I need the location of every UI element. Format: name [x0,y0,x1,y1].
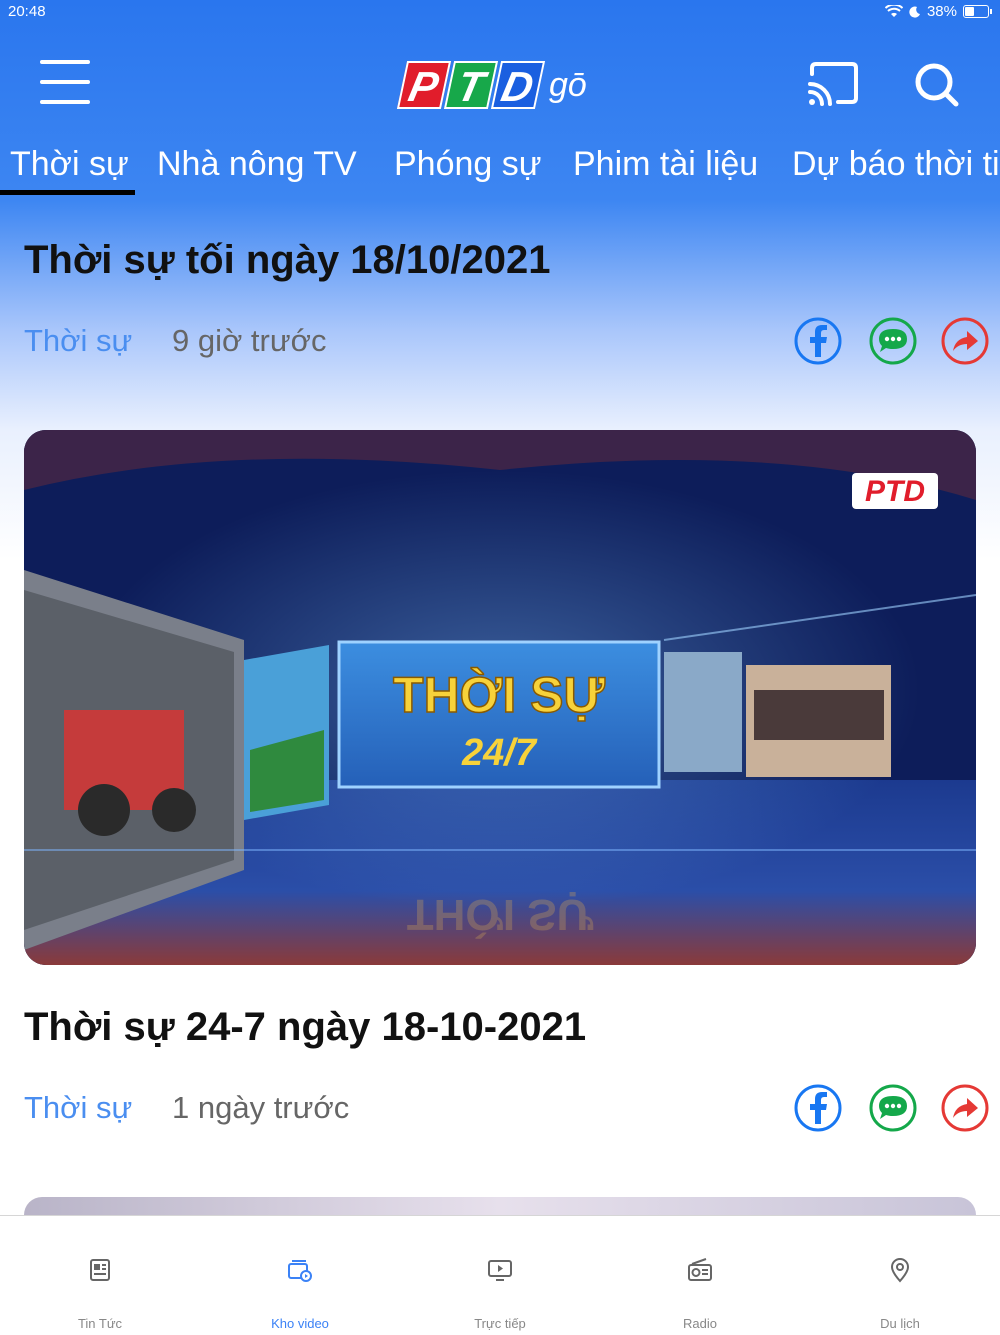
wifi-icon [884,5,903,17]
next-video-thumbnail[interactable] [24,1197,976,1215]
article-title[interactable]: Thời sự 24-7 ngày 18-10-2021 [24,1005,586,1050]
facebook-icon [794,317,842,365]
tab-du-bao-thoi-tiet[interactable]: Dự báo thời ti [792,145,1000,201]
thumbnail-headline: THỜI SỰ [393,667,605,723]
logo-suffix: gō [549,65,587,104]
tabbar-label: Du lịch [880,1316,920,1331]
status-bar: 20:48 38% [0,0,1000,24]
location-pin-icon [890,1258,910,1283]
tabbar-label: Radio [683,1316,717,1331]
tabbar-item-kho-video[interactable]: Kho video [200,1216,400,1335]
app-header: P T D gō [0,40,1000,130]
logo-letter-t: T [443,61,499,110]
cast-button[interactable] [806,60,862,110]
thumbnail-subline: 24/7 [461,732,538,774]
newspaper-icon [90,1259,110,1281]
menu-icon-line [40,100,90,104]
search-icon [915,63,959,107]
tabbar-item-du-lich[interactable]: Du lịch [800,1216,1000,1335]
share-arrow-icon [941,317,989,365]
cast-icon [808,62,858,106]
video-thumbnail[interactable]: THỜI SỰ 24/7 THỜI SỰ PTD [24,430,976,965]
app-logo: P T D gō [396,58,587,112]
tabbar-label: Tin Tức [77,1316,123,1331]
tab-nha-nong-tv[interactable]: Nhà nông TV [157,145,357,201]
article-time: 9 giờ trước [172,323,327,358]
category-tabs: Thời sự Nhà nông TV Phóng sự Phim tài li… [0,145,1000,201]
article-category[interactable]: Thời sự [24,1090,132,1126]
facebook-icon [794,1084,842,1132]
tab-phim-tai-lieu[interactable]: Phim tài liệu [573,145,758,201]
thumbnail-artwork: THỜI SỰ 24/7 THỜI SỰ PTD [24,430,976,965]
status-right: 38% [884,3,992,20]
forward-share-button[interactable] [941,1084,989,1132]
video-library-icon [288,1260,312,1282]
menu-icon [40,60,90,64]
status-time: 20:48 [8,3,46,20]
thumbnail-ptd-logo: PTD [852,473,938,509]
battery-fill [965,7,975,16]
tabbar-label: Trực tiếp [474,1316,526,1331]
article-category[interactable]: Thời sự [24,323,132,359]
battery-icon [963,5,989,18]
message-icon [869,1084,917,1132]
battery-tip [990,9,992,14]
message-share-button[interactable] [869,1084,917,1132]
menu-button[interactable] [40,60,96,110]
svg-text:THỜI SỰ: THỜI SỰ [407,890,594,940]
share-arrow-icon [941,1084,989,1132]
battery-percent: 38% [926,3,957,20]
radio-icon [688,1258,712,1281]
tabbar-label: Kho video [271,1316,329,1331]
bottom-tab-bar: Tin Tức Kho video Trực tiếp Radio Du lịc… [0,1215,1000,1335]
message-share-button[interactable] [869,317,917,365]
tabbar-item-truc-tiep[interactable]: Trực tiếp [400,1216,600,1335]
thumbnail-logo-text: PTD [865,475,925,508]
live-tv-icon [488,1260,512,1281]
article-title[interactable]: Thời sự tối ngày 18/10/2021 [24,238,551,283]
menu-icon-line [40,80,90,84]
logo-letter-p: P [396,61,452,110]
facebook-share-button[interactable] [794,317,842,365]
tab-phong-su[interactable]: Phóng sự [394,145,542,201]
tabbar-item-tin-tuc[interactable]: Tin Tức [0,1216,200,1335]
logo-letter-d: D [490,61,546,110]
moon-icon [909,6,920,18]
article-time: 1 ngày trước [172,1090,350,1125]
facebook-share-button[interactable] [794,1084,842,1132]
message-icon [869,317,917,365]
tabbar-item-radio[interactable]: Radio [600,1216,800,1335]
search-button[interactable] [912,60,962,110]
active-tab-indicator [0,190,135,195]
forward-share-button[interactable] [941,317,989,365]
